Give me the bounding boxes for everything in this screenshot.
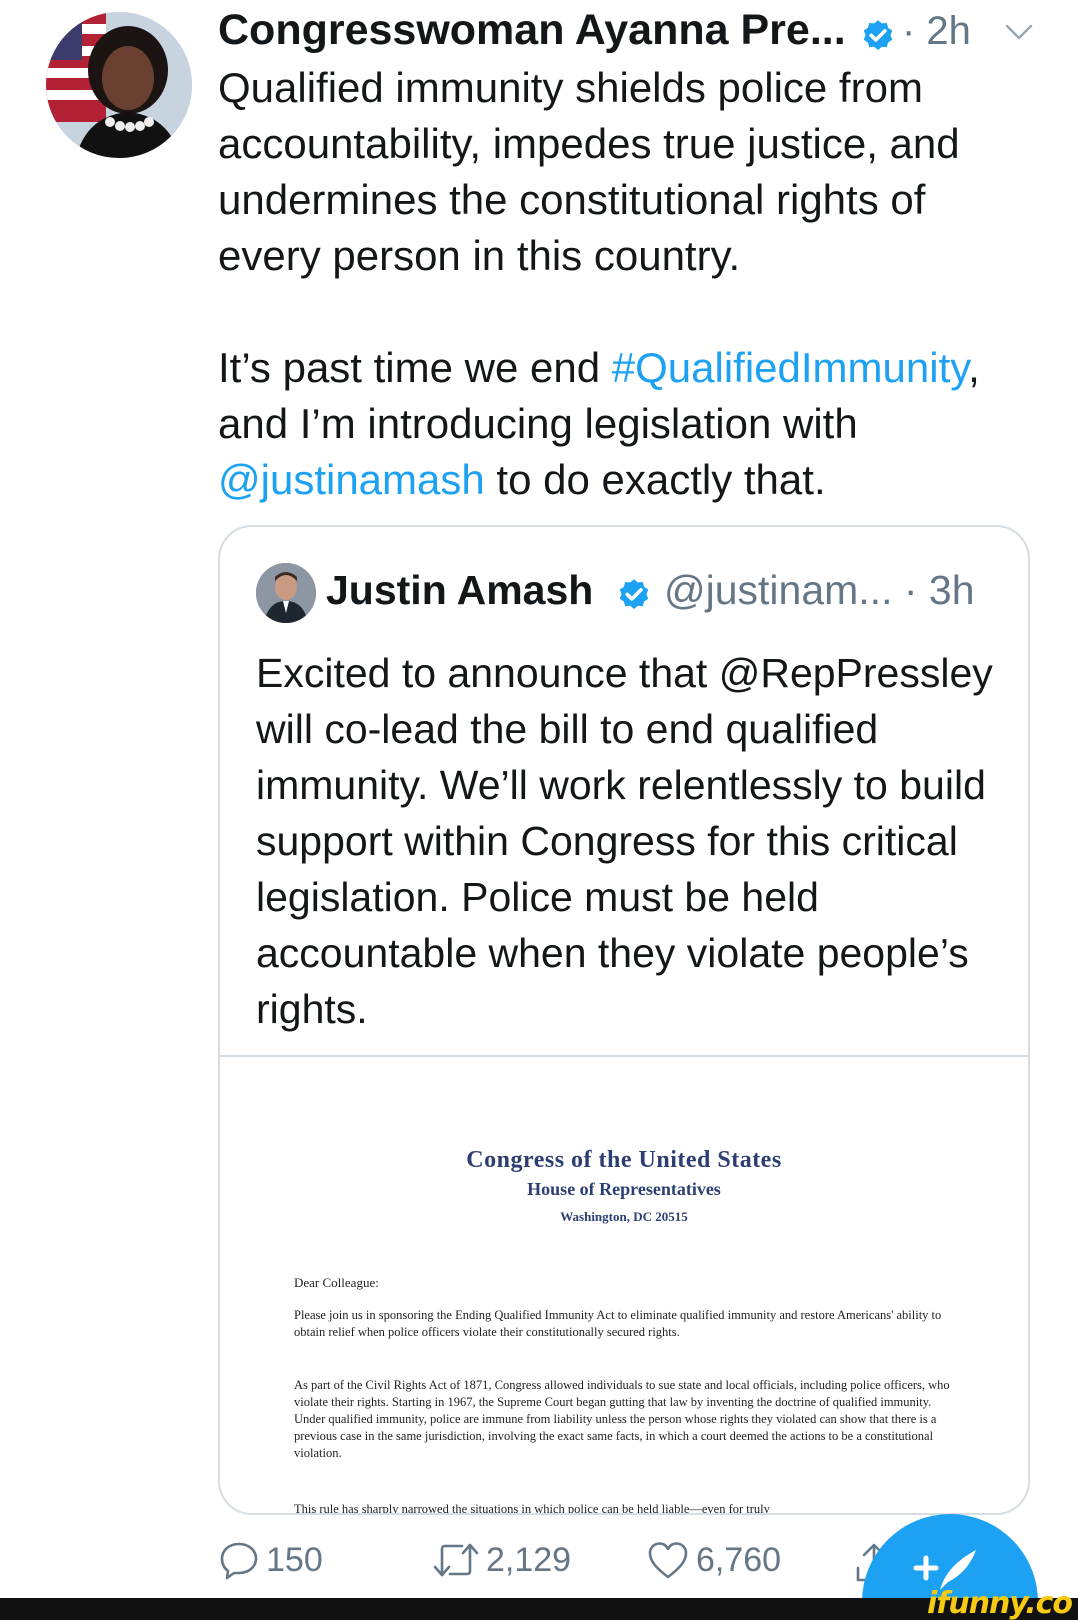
- tweet-timestamp: · 2h: [902, 9, 971, 53]
- like-icon: [648, 1542, 688, 1579]
- attached-letter-image[interactable]: Congress of the United States House of R…: [220, 1057, 1028, 1515]
- letter-heading: Congress of the United States: [466, 1147, 782, 1173]
- letter-location: Washington, DC 20515: [560, 1209, 688, 1224]
- watermark-bar: [0, 1598, 1078, 1620]
- quoted-handle-time: @justinam... · 3h: [664, 567, 975, 613]
- retweet-count: 2,129: [486, 1540, 572, 1579]
- reply-count: 150: [266, 1540, 323, 1579]
- quoted-author-avatar[interactable]: [256, 563, 316, 623]
- retweet-button[interactable]: 2,129: [432, 1530, 571, 1590]
- hashtag-link[interactable]: #QualifiedImmunity: [612, 344, 968, 391]
- tweet-paragraph-1: Qualified immunity shields police from a…: [218, 64, 960, 279]
- letter-greeting: Dear Colleague:: [294, 1275, 379, 1290]
- tweet-paragraph-2: It’s past time we end #QualifiedImmunity…: [218, 340, 1038, 508]
- chevron-down-icon[interactable]: [1004, 22, 1034, 42]
- tweet-text-segment: to do exactly that.: [484, 456, 826, 503]
- watermark-logo: ifunny.co: [927, 1586, 1073, 1620]
- mention-link[interactable]: @justinamash: [218, 456, 485, 503]
- tweet-text: Qualified immunity shields police from a…: [218, 60, 1038, 508]
- letter-paragraph: Please join us in sponsoring the Ending …: [294, 1308, 942, 1339]
- tweet-text-segment: It’s past time we end: [218, 344, 612, 391]
- author-avatar[interactable]: [46, 12, 192, 158]
- quoted-author-name[interactable]: Justin Amash: [326, 567, 593, 614]
- like-count: 6,760: [696, 1540, 782, 1579]
- letter-paragraph: As part of the Civil Rights Act of 1871,…: [294, 1378, 950, 1460]
- reply-button[interactable]: 150: [218, 1530, 323, 1590]
- quoted-tweet-card[interactable]: Justin Amash @justinam... · 3h Excited t…: [218, 525, 1030, 1515]
- quoted-tweet-text: Excited to announce that @RepPressley wi…: [256, 650, 993, 1032]
- tweet[interactable]: Congresswoman Ayanna Pre... · 2h Qualifi…: [0, 0, 1078, 1620]
- like-button[interactable]: 6,760: [646, 1530, 781, 1590]
- author-name[interactable]: Congresswoman Ayanna Pre...: [218, 6, 846, 55]
- retweet-icon: [433, 1543, 479, 1577]
- reply-icon: [220, 1542, 258, 1580]
- tweet-header: Congresswoman Ayanna Pre... · 2h: [218, 6, 1038, 58]
- verified-badge-icon: [619, 579, 649, 609]
- letter-paragraph: This rule has sharply narrowed the situa…: [294, 1502, 770, 1515]
- verified-badge-icon: [863, 20, 893, 50]
- letter-subheading: House of Representatives: [527, 1179, 721, 1199]
